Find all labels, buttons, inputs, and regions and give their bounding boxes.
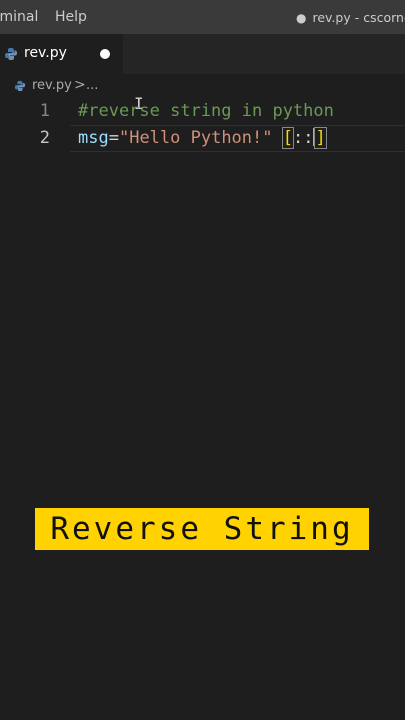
breadcrumb-file[interactable]: rev.py xyxy=(32,78,72,93)
tab-label: rev.py xyxy=(24,45,67,61)
code-editor[interactable]: I 1 #reverse string in python 2 msg="Hel… xyxy=(0,94,405,720)
code-text: msg="Hello Python!" [::] xyxy=(78,127,327,149)
unsaved-dot-icon[interactable] xyxy=(100,49,110,59)
breadcrumb-more[interactable]: ... xyxy=(86,78,98,93)
string-token: "Hello Python!" xyxy=(118,128,273,148)
python-file-icon xyxy=(14,80,26,92)
chevron-right-icon: > xyxy=(74,77,86,93)
breadcrumb: rev.py > ... xyxy=(0,74,405,98)
python-file-icon xyxy=(5,48,17,60)
window-title: ● rev.py - cscorner xyxy=(296,10,405,25)
menu-terminal[interactable]: rminal xyxy=(0,9,38,25)
unsaved-dot-icon: ● xyxy=(296,11,307,25)
operator-token: = xyxy=(108,128,119,148)
menu-help[interactable]: Help xyxy=(55,9,87,25)
colons-token: :: xyxy=(293,128,314,148)
tab-bar: rev.py xyxy=(0,34,405,74)
close-bracket-token: ] xyxy=(314,127,327,149)
code-line-2[interactable]: 2 msg="Hello Python!" [::] xyxy=(0,125,405,152)
open-bracket-token: [ xyxy=(281,127,295,149)
line-number: 1 xyxy=(39,101,50,121)
code-line-1[interactable]: 1 #reverse string in python xyxy=(0,98,405,125)
line-number: 2 xyxy=(39,128,50,148)
title-banner: Reverse String xyxy=(35,508,369,550)
menu-bar: rminal Help ● rev.py - cscorner xyxy=(0,0,405,34)
comment-token: #reverse string in python xyxy=(78,101,334,121)
window-title-text: rev.py - cscorner xyxy=(312,10,405,25)
tab-rev-py[interactable]: rev.py xyxy=(0,34,123,74)
code-text: #reverse string in python xyxy=(78,101,334,121)
variable-token: msg xyxy=(78,128,109,148)
